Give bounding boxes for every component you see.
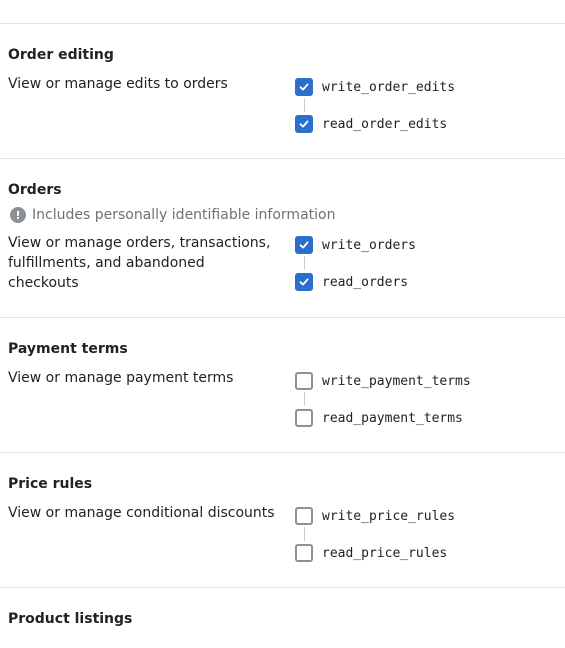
section-title: Product listings	[8, 611, 133, 627]
section-payment-terms: Payment terms View or manage payment ter…	[0, 317, 565, 452]
checkbox[interactable]	[295, 409, 313, 427]
section-price-rules: Price rules View or manage conditional d…	[0, 452, 565, 587]
section-description: View or manage conditional discounts	[8, 505, 275, 521]
checkbox[interactable]	[295, 78, 313, 96]
section-description: View or manage orders, transactions, ful…	[8, 235, 271, 291]
scope-label: read_orders	[322, 274, 409, 290]
scope-label: write_order_edits	[322, 79, 456, 95]
section-order-editing: Order editing View or manage edits to or…	[0, 23, 565, 158]
checkbox[interactable]	[295, 115, 313, 133]
scope-read-payment-terms[interactable]: read_payment_terms	[295, 409, 471, 427]
scope-write-order-edits[interactable]: write_order_edits	[295, 78, 455, 96]
scope-label: write_payment_terms	[322, 373, 471, 389]
scope-connector	[304, 256, 305, 270]
checkbox[interactable]	[295, 273, 313, 291]
section-description: View or manage payment terms	[8, 370, 234, 386]
scope-connector	[304, 527, 305, 541]
scope-write-price-rules[interactable]: write_price_rules	[295, 507, 455, 525]
section-title: Order editing	[8, 47, 114, 63]
scope-list: write_orders read_orders	[295, 236, 416, 291]
checkmark-icon	[299, 278, 309, 286]
scope-connector	[304, 392, 305, 406]
scope-read-order-edits[interactable]: read_order_edits	[295, 115, 455, 133]
section-title: Payment terms	[8, 341, 128, 357]
checkbox[interactable]	[295, 507, 313, 525]
scope-label: read_order_edits	[322, 116, 448, 132]
scope-list: write_payment_terms read_payment_terms	[295, 372, 471, 427]
checkmark-icon	[299, 120, 309, 128]
exclamation-circle-icon: !	[10, 207, 26, 223]
section-title: Price rules	[8, 476, 93, 492]
scope-label: read_price_rules	[322, 545, 448, 561]
scope-label: write_price_rules	[322, 508, 456, 524]
scope-label: read_payment_terms	[322, 410, 463, 426]
scope-connector	[304, 98, 305, 112]
scope-list: write_price_rules read_price_rules	[295, 507, 455, 562]
scope-read-orders[interactable]: read_orders	[295, 273, 416, 291]
checkbox[interactable]	[295, 236, 313, 254]
scope-write-orders[interactable]: write_orders	[295, 236, 416, 254]
scope-label: write_orders	[322, 237, 416, 253]
scope-write-payment-terms[interactable]: write_payment_terms	[295, 372, 471, 390]
checkmark-icon	[299, 83, 309, 91]
pii-text: Includes personally identifiable informa…	[32, 207, 336, 223]
scope-read-price-rules[interactable]: read_price_rules	[295, 544, 455, 562]
scope-list: write_order_edits read_order_edits	[295, 78, 455, 133]
checkbox[interactable]	[295, 544, 313, 562]
section-orders: Orders ! Includes personally identifiabl…	[0, 158, 565, 317]
checkbox[interactable]	[295, 372, 313, 390]
checkmark-icon	[299, 241, 309, 249]
section-description: View or manage edits to orders	[8, 76, 228, 92]
pii-notice: ! Includes personally identifiable infor…	[8, 205, 565, 225]
section-product-listings: Product listings	[0, 587, 565, 627]
section-title: Orders	[8, 182, 62, 198]
